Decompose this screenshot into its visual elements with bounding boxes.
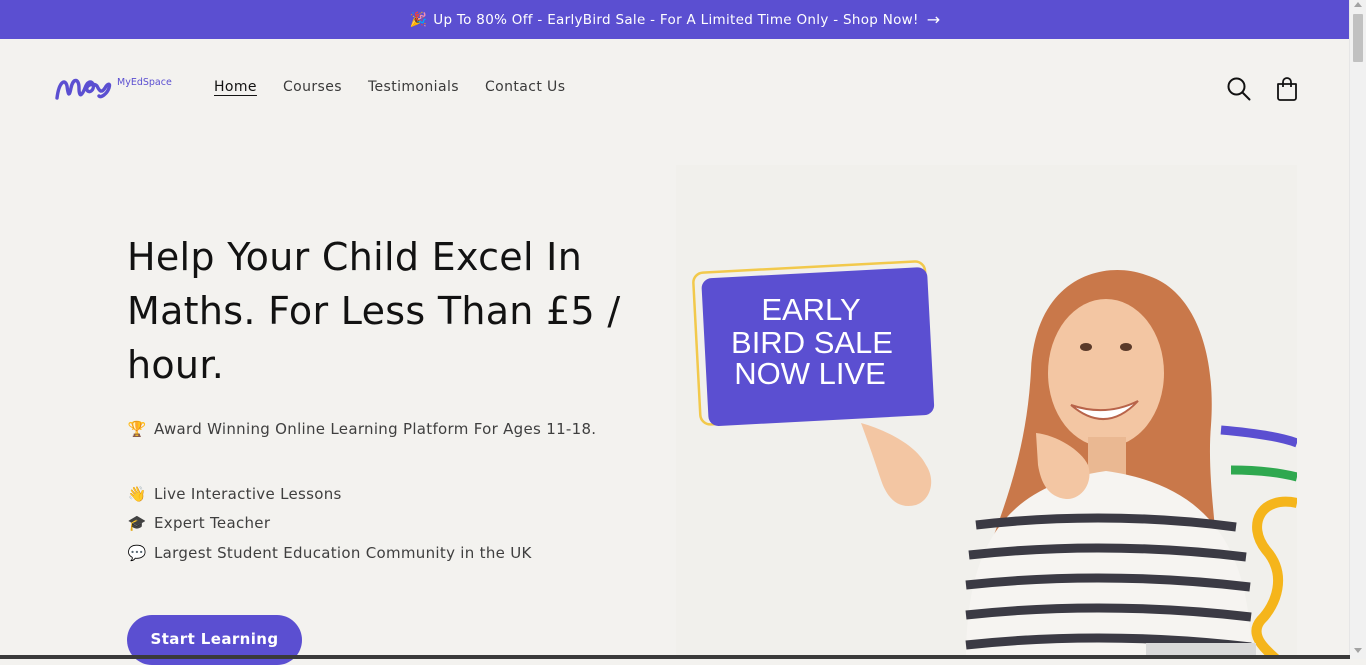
hero-image: EARLY BIRD SALE NOW LIVE	[676, 165, 1297, 659]
trophy-icon: 🏆	[127, 420, 147, 438]
nav-home[interactable]: Home	[214, 79, 257, 95]
hero-illustration: EARLY BIRD SALE NOW LIVE	[692, 260, 1297, 659]
badge-line-1: EARLY	[761, 292, 860, 327]
hero-title: Help Your Child Excel In Maths. For Less…	[127, 235, 621, 387]
scrollbar-thumb[interactable]	[1353, 14, 1363, 62]
award-text: Award Winning Online Learning Platform F…	[154, 420, 597, 438]
cart-icon[interactable]	[1274, 76, 1300, 102]
scroll-down-icon[interactable]	[1354, 648, 1362, 653]
search-icon[interactable]	[1226, 76, 1252, 102]
page-scrollbar[interactable]	[1349, 0, 1366, 659]
feature-text: Largest Student Education Community in t…	[154, 543, 532, 562]
list-item: 🎓 Expert Teacher	[127, 509, 532, 539]
speech-bubble-icon: 💬	[127, 543, 147, 562]
feature-text: Expert Teacher	[154, 514, 271, 533]
waving-hand-icon: 👋	[127, 484, 147, 503]
logo-mark-icon	[55, 78, 112, 100]
feature-list: 👋 Live Interactive Lessons 🎓 Expert Teac…	[127, 479, 532, 568]
logo-text: MyEdSpace	[117, 77, 172, 88]
logo[interactable]: MyEdSpace	[55, 72, 172, 102]
announcement-text[interactable]: Up To 80% Off - EarlyBird Sale - For A L…	[433, 12, 918, 28]
feature-text: Live Interactive Lessons	[154, 484, 342, 503]
badge-line-3: NOW LIVE	[734, 356, 886, 391]
nav-testimonials[interactable]: Testimonials	[368, 79, 459, 95]
award-line: 🏆 Award Winning Online Learning Platform …	[127, 420, 597, 438]
main-nav: Home Courses Testimonials Contact Us	[214, 79, 565, 95]
bottom-edge	[0, 655, 1350, 659]
announcement-bar[interactable]: 🎉 Up To 80% Off - EarlyBird Sale - For A…	[0, 0, 1350, 39]
nav-contact-us[interactable]: Contact Us	[485, 79, 565, 95]
list-item: 👋 Live Interactive Lessons	[127, 479, 532, 509]
badge-line-2: BIRD SALE	[731, 325, 893, 360]
arrow-right-icon[interactable]: →	[927, 10, 941, 29]
scroll-up-icon[interactable]	[1354, 2, 1362, 7]
header-actions	[1226, 76, 1300, 102]
party-popper-icon: 🎉	[409, 11, 428, 28]
site-header: MyEdSpace Home Courses Testimonials Cont…	[0, 39, 1350, 139]
list-item: 💬 Largest Student Education Community in…	[127, 538, 532, 568]
graduation-cap-icon: 🎓	[127, 514, 147, 533]
nav-courses[interactable]: Courses	[283, 79, 342, 95]
